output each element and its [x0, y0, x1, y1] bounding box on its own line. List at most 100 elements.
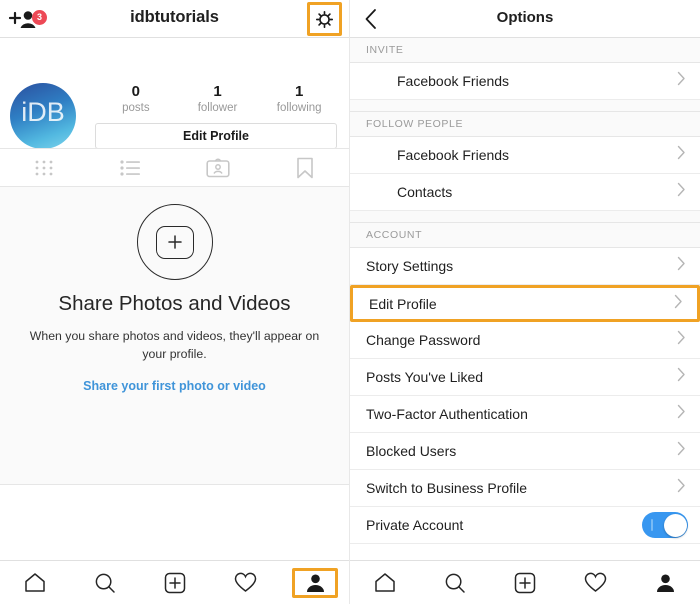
- options-screen: Options INVITE Facebook Friends FOLLOW P…: [350, 0, 700, 604]
- options-top-bar: Options: [350, 0, 700, 38]
- facebook-icon: [366, 73, 383, 90]
- tab-bookmarks[interactable]: [262, 157, 349, 179]
- row-posts-youve-liked[interactable]: Posts You've Liked: [350, 359, 700, 396]
- nav-home[interactable]: [0, 561, 70, 604]
- share-first-photo-link[interactable]: Share your first photo or video: [0, 379, 349, 393]
- bottom-nav-left: [0, 560, 349, 604]
- nav-activity[interactable]: [560, 561, 630, 604]
- search-icon: [445, 573, 465, 593]
- nav-profile-highlight-box: [292, 567, 338, 598]
- row-label: Blocked Users: [366, 443, 457, 459]
- stat-value: 1: [295, 83, 304, 100]
- avatar-label: iDB: [21, 97, 65, 127]
- new-post-icon: [514, 572, 536, 593]
- plus-square-icon: [155, 225, 194, 259]
- section-gap: [350, 100, 700, 112]
- chevron-right-icon: [677, 441, 686, 461]
- chevron-right-icon: [677, 367, 686, 387]
- row-story-settings[interactable]: Story Settings: [350, 248, 700, 285]
- options-list: INVITE Facebook Friends FOLLOW PEOPLE Fa…: [350, 38, 700, 544]
- chevron-right-icon: [677, 256, 686, 276]
- row-blocked-users[interactable]: Blocked Users: [350, 433, 700, 470]
- search-icon: [95, 573, 115, 593]
- nav-new-post[interactable]: [490, 561, 560, 604]
- options-gear-button[interactable]: [307, 2, 342, 36]
- row-label: Change Password: [366, 332, 481, 348]
- profile-tab-bar: [0, 148, 349, 187]
- row-invite-facebook-friends[interactable]: Facebook Friends: [350, 63, 700, 100]
- profile-top-bar: 3 idbtutorials: [0, 0, 349, 38]
- row-label: Facebook Friends: [397, 147, 510, 163]
- new-post-icon: [164, 572, 186, 593]
- options-title: Options: [496, 9, 554, 26]
- row-switch-to-business-profile[interactable]: Switch to Business Profile: [350, 470, 700, 507]
- tab-list[interactable]: [87, 159, 174, 177]
- stat-posts[interactable]: 0 posts: [95, 83, 177, 116]
- section-heading-follow-people: FOLLOW PEOPLE: [350, 112, 700, 137]
- row-edit-profile[interactable]: Edit Profile: [350, 285, 700, 322]
- row-private-account[interactable]: Private Account: [350, 507, 700, 544]
- chevron-right-icon: [677, 330, 686, 350]
- row-label: Switch to Business Profile: [366, 480, 528, 496]
- profile-screen: 3 idbtutorials iDB iDBTutorials 0: [0, 0, 350, 604]
- profile-summary: iDB iDBTutorials 0 posts 1 follower 1 fo…: [0, 38, 349, 174]
- row-follow-facebook-friends[interactable]: Facebook Friends: [350, 137, 700, 174]
- chevron-right-icon: [677, 182, 686, 202]
- avatar[interactable]: iDB: [10, 83, 76, 149]
- stat-followers[interactable]: 1 follower: [177, 83, 259, 116]
- nav-new-post[interactable]: [140, 561, 210, 604]
- empty-state-panel: Share Photos and Videos When you share p…: [0, 187, 349, 485]
- section-heading-account: ACCOUNT: [350, 223, 700, 248]
- nav-search[interactable]: [70, 561, 140, 604]
- stat-value: 0: [131, 83, 140, 100]
- nav-activity[interactable]: [210, 561, 280, 604]
- heart-icon: [584, 572, 606, 592]
- empty-state-subtitle: When you share photos and videos, they'l…: [29, 329, 320, 361]
- chevron-right-icon: [677, 145, 686, 165]
- stat-label: follower: [197, 102, 238, 114]
- chevron-right-icon: [677, 71, 686, 91]
- plus-in-circle-icon[interactable]: [136, 204, 213, 280]
- page-title: idbtutorials: [130, 8, 219, 26]
- profile-stats: 0 posts 1 follower 1 following: [95, 83, 340, 116]
- stat-label: posts: [122, 102, 150, 114]
- grid-icon: [35, 160, 53, 175]
- home-icon: [25, 573, 45, 592]
- stat-value: 1: [213, 83, 222, 100]
- edit-profile-button[interactable]: Edit Profile: [95, 123, 337, 149]
- tagged-photos-icon: [206, 158, 230, 178]
- nav-profile[interactable]: [280, 561, 349, 604]
- section-heading-invite: INVITE: [350, 38, 700, 63]
- stat-label: following: [276, 102, 322, 114]
- tab-grid[interactable]: [0, 158, 87, 178]
- bookmark-icon: [297, 157, 314, 178]
- dual-screenshot-container: 3 idbtutorials iDB iDBTutorials 0: [0, 0, 700, 604]
- bottom-nav-right: [350, 560, 700, 604]
- gear-icon: [315, 10, 334, 28]
- facebook-icon: [366, 147, 383, 164]
- tab-tagged-photos[interactable]: [175, 157, 262, 178]
- row-contacts[interactable]: Contacts: [350, 174, 700, 211]
- row-label: Story Settings: [366, 258, 454, 274]
- chevron-right-icon: [677, 404, 686, 424]
- row-label: Edit Profile: [369, 295, 437, 312]
- row-label: Private Account: [366, 517, 464, 533]
- row-change-password[interactable]: Change Password: [350, 322, 700, 359]
- empty-state-title: Share Photos and Videos: [58, 292, 291, 315]
- row-label: Contacts: [397, 184, 453, 200]
- chevron-right-icon: [674, 294, 683, 314]
- nav-profile[interactable]: [630, 561, 700, 604]
- toggle-knob: [663, 513, 687, 537]
- stat-following[interactable]: 1 following: [258, 83, 340, 116]
- row-label: Two-Factor Authentication: [366, 406, 528, 422]
- contacts-icon: [366, 184, 383, 201]
- private-account-toggle[interactable]: [642, 512, 688, 538]
- profile-icon: [656, 574, 674, 592]
- chevron-right-icon: [677, 478, 686, 498]
- row-label: Facebook Friends: [397, 73, 510, 89]
- row-two-factor-authentication[interactable]: Two-Factor Authentication: [350, 396, 700, 433]
- list-icon: [120, 159, 140, 176]
- home-icon: [375, 573, 395, 592]
- nav-home[interactable]: [350, 561, 420, 604]
- nav-search[interactable]: [420, 561, 490, 604]
